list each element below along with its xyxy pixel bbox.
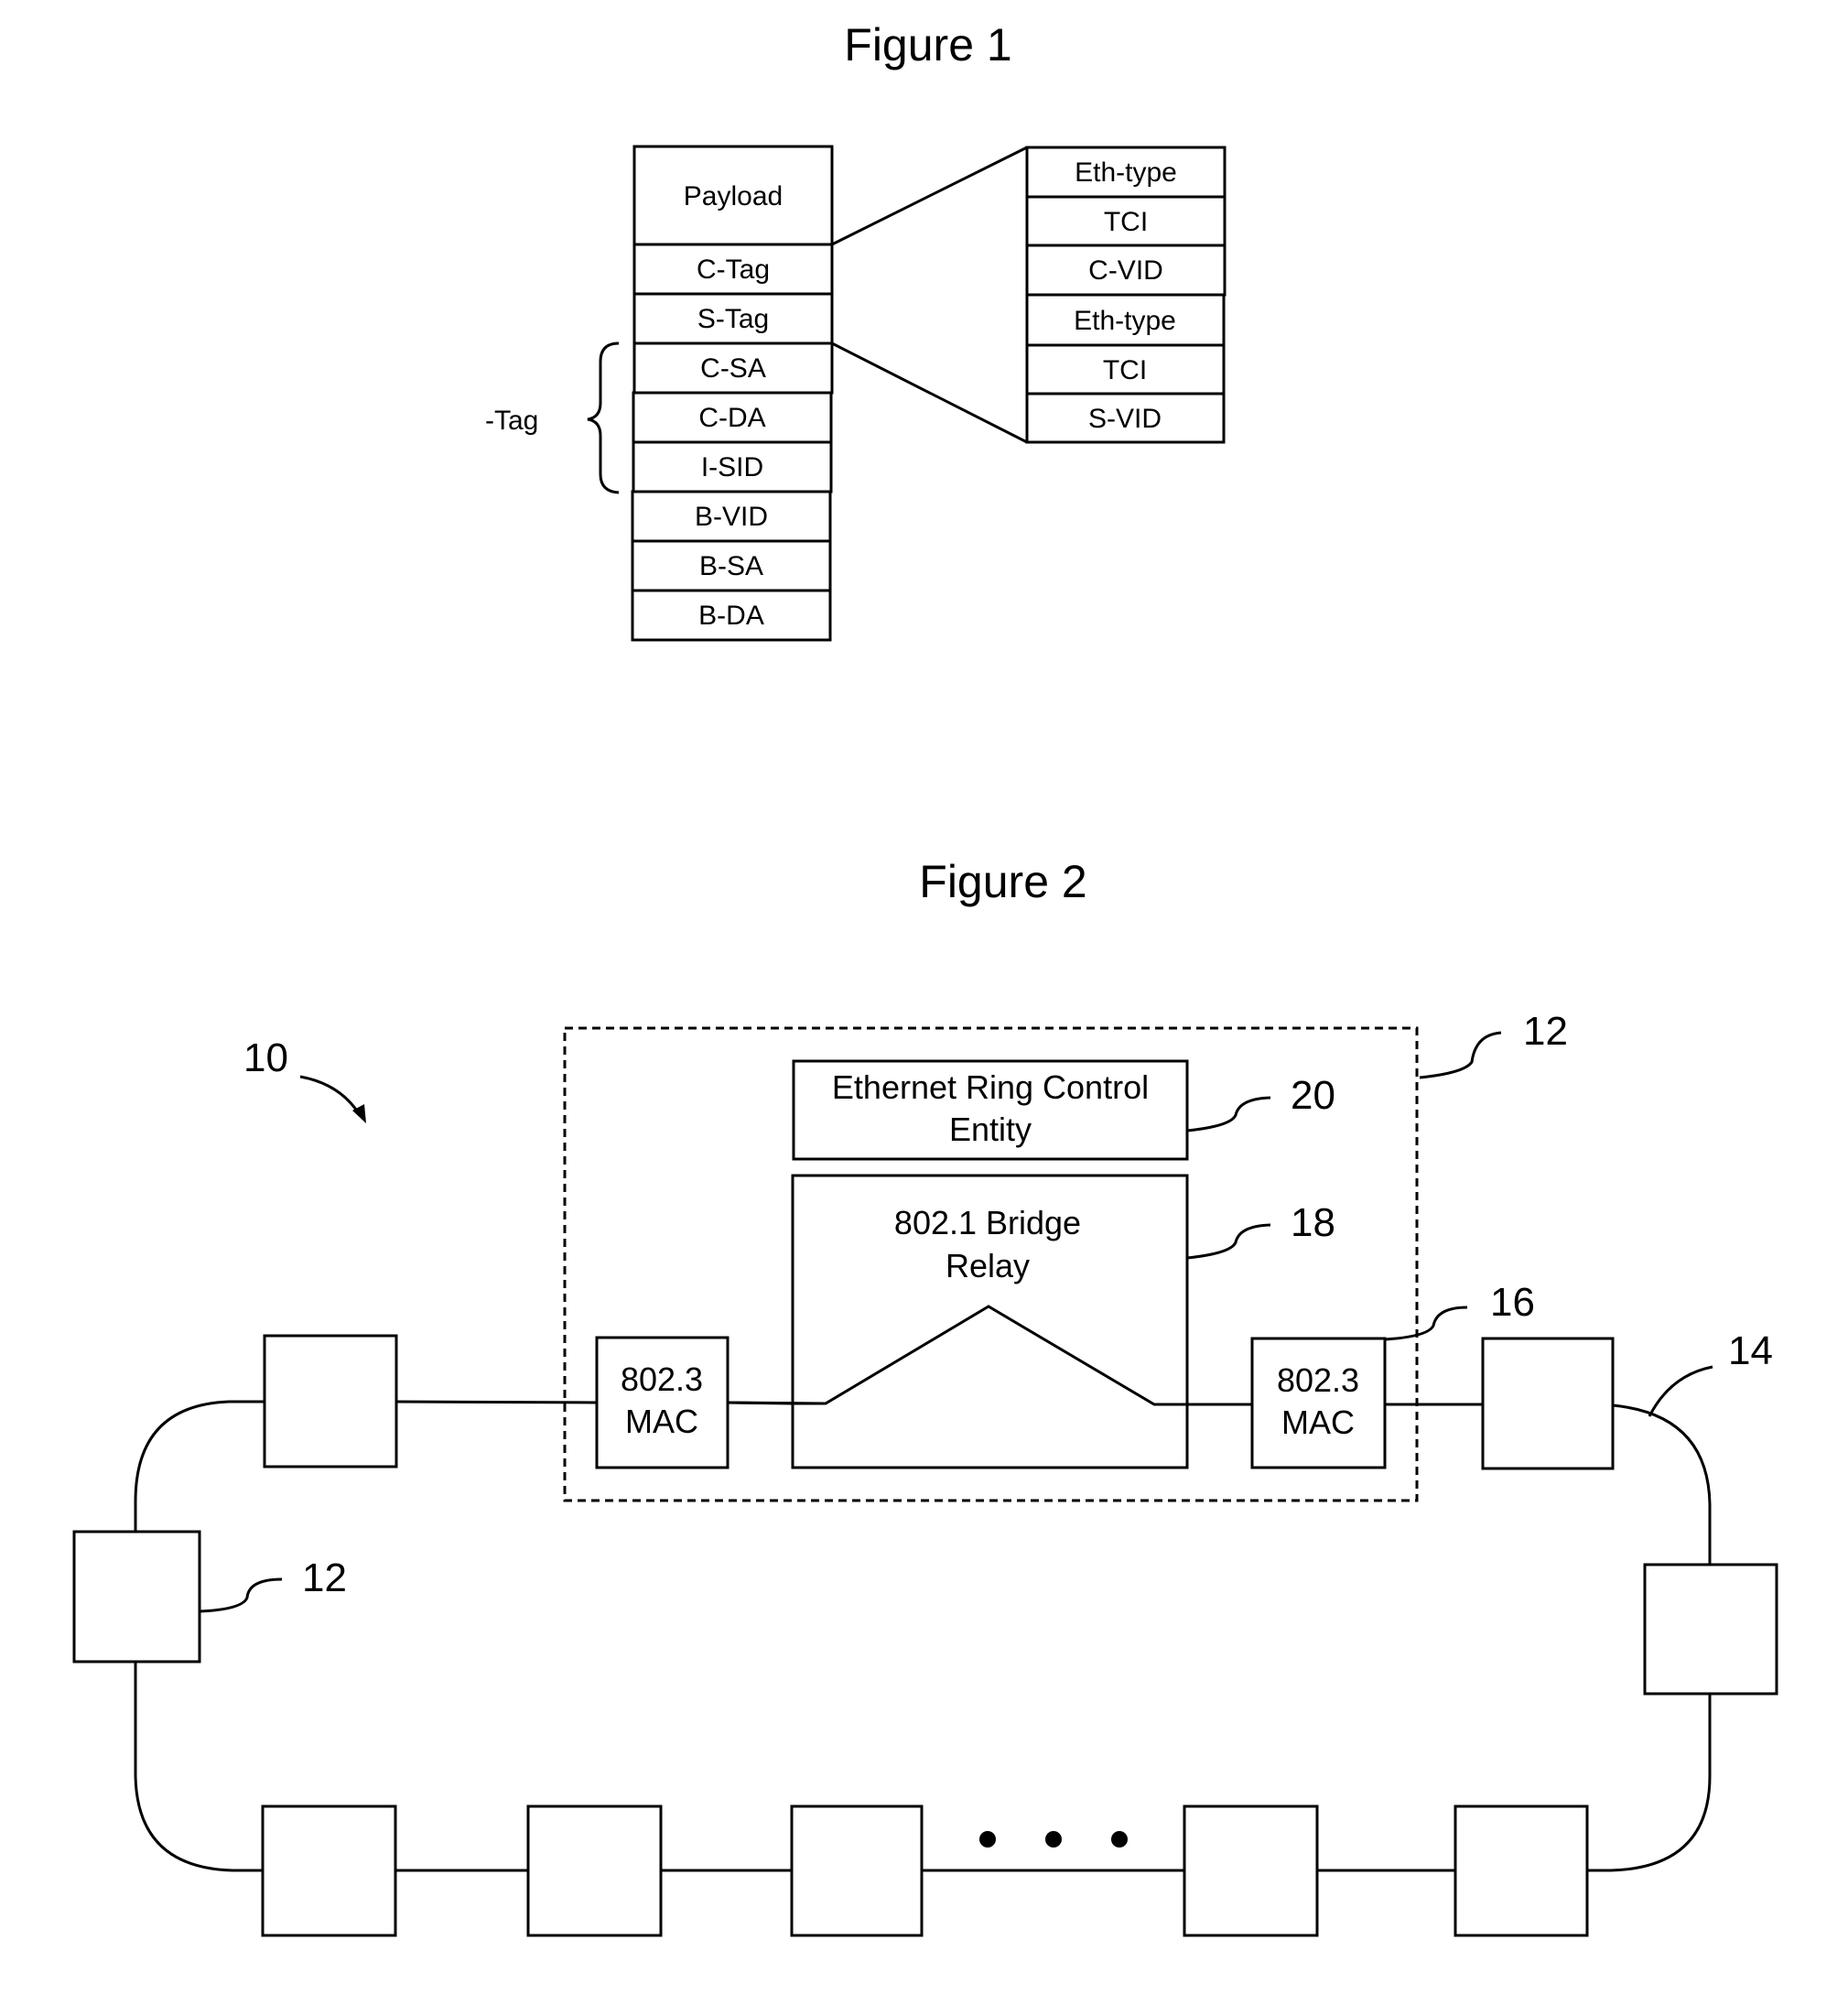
- leader-line-16: [1384, 1306, 1468, 1341]
- frame-stack: Payload C-Tag S-Tag C-SA C-DA I-SID B-VI…: [631, 145, 834, 642]
- ellipsis-dot: [1111, 1831, 1128, 1848]
- ellipsis-icon: [979, 1831, 1128, 1848]
- expansion-line-bottom: [831, 341, 1028, 444]
- mac-right-label-line2: MAC: [1281, 1403, 1355, 1441]
- ref-numeral-14: 14: [1728, 1328, 1773, 1373]
- leader-line-20: [1186, 1096, 1271, 1132]
- frame-field-label: B-VID: [695, 502, 768, 532]
- tag-field-label: TCI: [1104, 207, 1148, 237]
- ref-numeral-12-top: 12: [1523, 1009, 1568, 1054]
- figure1-title: Figure 1: [844, 19, 1011, 70]
- ring-node[interactable]: [1481, 1337, 1615, 1470]
- ring-link: [1612, 1403, 1712, 1565]
- ring-link: [1587, 1694, 1712, 1872]
- tag-expansion-stack: Eth-type TCI C-VID Eth-type TCI S-VID: [1025, 146, 1227, 444]
- ref-numeral-16: 16: [1490, 1280, 1535, 1325]
- ring-node[interactable]: [263, 1334, 398, 1468]
- ring-link: [134, 1662, 263, 1872]
- brace-icon: [587, 341, 620, 494]
- ring-links: [134, 1400, 1712, 1872]
- ring-link: [134, 1400, 265, 1532]
- ring-node[interactable]: [790, 1804, 924, 1937]
- leader-line-12-top: [1419, 1031, 1502, 1079]
- tag-field-label: C-VID: [1088, 255, 1163, 286]
- frame-field-label: B-SA: [699, 551, 763, 581]
- tag-field-label: TCI: [1103, 355, 1147, 385]
- mac-left-label-line2: MAC: [625, 1403, 698, 1440]
- frame-field-label: C-Tag: [697, 255, 770, 285]
- bridge-relay-label-line1: 802.1 Bridge: [894, 1204, 1081, 1241]
- ring-nodes: [72, 1334, 1778, 1937]
- ring-node[interactable]: [261, 1804, 397, 1937]
- tag-field-label: S-VID: [1088, 404, 1162, 434]
- ref-numeral-10: 10: [243, 1035, 288, 1080]
- leader-line-18: [1186, 1223, 1271, 1260]
- ellipsis-dot: [979, 1831, 996, 1848]
- frame-field-label: C-SA: [700, 353, 766, 384]
- leader-line-14: [1648, 1365, 1713, 1417]
- ring-node[interactable]: [1183, 1804, 1319, 1937]
- frame-field-label: Payload: [684, 181, 783, 211]
- brace-label: -Tag: [485, 406, 538, 436]
- tag-field-label: Eth-type: [1074, 306, 1176, 336]
- ring-node[interactable]: [1454, 1804, 1589, 1937]
- ref-numeral-20: 20: [1291, 1073, 1335, 1118]
- mac-left-label-line1: 802.3: [621, 1360, 703, 1398]
- figure2-title: Figure 2: [919, 856, 1086, 907]
- frame-field-label: C-DA: [698, 403, 765, 433]
- leader-line-12-left: [199, 1577, 283, 1613]
- bridge-relay-path: [793, 1305, 1187, 1406]
- ring-node-12[interactable]: [72, 1530, 201, 1663]
- frame-field-label: I-SID: [701, 452, 763, 482]
- ring-link: [395, 1400, 598, 1404]
- ref-numeral-12-left: 12: [302, 1555, 347, 1600]
- frame-field-label: B-DA: [698, 601, 764, 631]
- frame-field-label: S-Tag: [697, 304, 769, 334]
- ring-node[interactable]: [526, 1804, 663, 1937]
- ring-node[interactable]: [1643, 1563, 1778, 1696]
- expansion-line-top: [831, 146, 1028, 246]
- ref-arrow-10: [299, 1075, 362, 1116]
- patent-figures: Figure 1 Payload C-Tag S-Tag C-SA C-DA I…: [72, 19, 1778, 1937]
- control-entity-label-line2: Entity: [949, 1111, 1032, 1148]
- tag-field-label: Eth-type: [1075, 157, 1177, 188]
- control-entity-label-line1: Ethernet Ring Control: [832, 1068, 1149, 1106]
- bridge-relay-label-line2: Relay: [946, 1247, 1030, 1284]
- ref-numeral-18: 18: [1291, 1200, 1335, 1245]
- mac-right-label-line1: 802.3: [1277, 1361, 1359, 1399]
- ellipsis-dot: [1045, 1831, 1062, 1848]
